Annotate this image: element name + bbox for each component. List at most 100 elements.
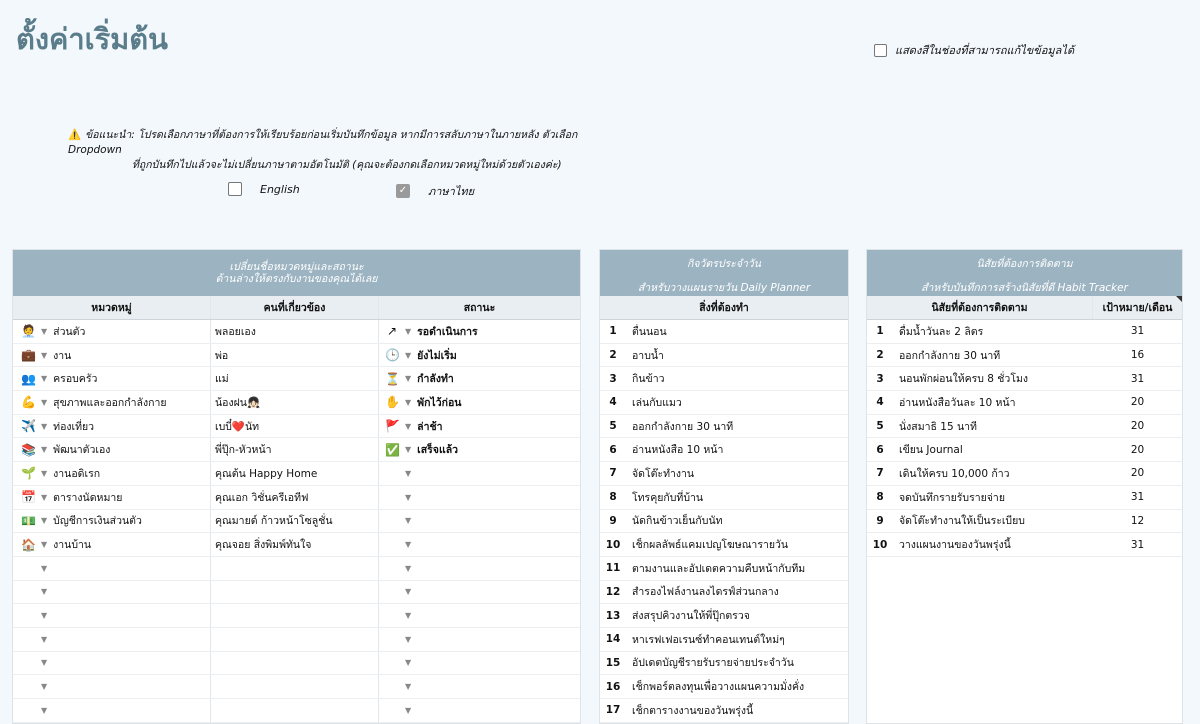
habit-target[interactable]: 20 (1093, 391, 1182, 414)
dropdown-arrow-icon[interactable]: ▼ (41, 351, 47, 360)
dropdown-arrow-icon[interactable]: ▼ (41, 445, 47, 454)
daily-task-text[interactable]: เช็กพอร์ตลงทุนเพื่อวางแผนความมั่งคั่ง (626, 675, 804, 698)
category-cell[interactable]: ▼ (13, 675, 211, 698)
dropdown-arrow-icon[interactable]: ▼ (41, 493, 47, 502)
daily-task-text[interactable]: อ่านหนังสือ 10 หน้า (626, 438, 723, 461)
daily-task-text[interactable]: ส่งสรุปคิวงานให้พี่ปุ๊กตรวจ (626, 604, 750, 627)
status-cell[interactable]: 🚩 ▼ ล่าช้า (379, 415, 580, 438)
dropdown-arrow-icon[interactable]: ▼ (41, 635, 47, 644)
category-cell[interactable]: ▼ (13, 627, 211, 651)
language-english-option[interactable]: English (228, 182, 300, 196)
status-cell[interactable]: ▼ (379, 699, 580, 722)
person-cell[interactable]: คุณเอก วิชั่นครีเอทีฟ (211, 485, 379, 509)
habit-text[interactable]: ออกกำลังกาย 30 นาที (893, 344, 1093, 367)
category-cell[interactable]: 💼 ▼ งาน (13, 343, 211, 367)
daily-task-text[interactable]: ออกกำลังกาย 30 นาที (626, 415, 733, 438)
habit-text[interactable]: ดื่มน้ำวันละ 2 ลิตร (893, 320, 1093, 343)
dropdown-arrow-icon[interactable]: ▼ (405, 469, 411, 478)
dropdown-arrow-icon[interactable]: ▼ (405, 445, 411, 454)
daily-task-text[interactable]: นัดกินข้าวเย็นกับนัท (626, 510, 723, 533)
dropdown-arrow-icon[interactable]: ▼ (41, 706, 47, 715)
habit-target[interactable]: 31 (1093, 320, 1182, 343)
person-cell[interactable] (211, 556, 379, 580)
person-cell[interactable]: แม่ (211, 367, 379, 391)
habit-text[interactable]: วางแผนงานของวันพรุ่งนี้ (893, 533, 1093, 556)
thai-checkbox[interactable]: ✓ (396, 184, 410, 198)
habit-text[interactable]: นั่งสมาธิ 15 นาที (893, 415, 1093, 438)
category-cell[interactable]: ▼ (13, 580, 211, 604)
dropdown-arrow-icon[interactable]: ▼ (405, 327, 411, 336)
habit-target[interactable]: 20 (1093, 438, 1182, 461)
habit-text[interactable]: จัดโต๊ะทำงานให้เป็นระเบียบ (893, 510, 1093, 533)
english-checkbox[interactable] (228, 182, 242, 196)
dropdown-arrow-icon[interactable]: ▼ (405, 682, 411, 691)
category-cell[interactable]: ▼ (13, 604, 211, 627)
person-cell[interactable]: คุณต้น Happy Home (211, 462, 379, 485)
dropdown-arrow-icon[interactable]: ▼ (41, 422, 47, 431)
dropdown-arrow-icon[interactable]: ▼ (41, 611, 47, 620)
daily-task-text[interactable]: เล่นกับแมว (626, 391, 682, 414)
person-cell[interactable]: น้องฝน👧🏻 (211, 391, 379, 414)
category-cell[interactable]: 💵 ▼ บัญชีการเงินส่วนตัว (13, 509, 211, 533)
person-cell[interactable] (211, 580, 379, 604)
habit-target[interactable]: 16 (1093, 344, 1182, 367)
dropdown-arrow-icon[interactable]: ▼ (41, 564, 47, 573)
habit-target[interactable]: 20 (1093, 462, 1182, 485)
daily-task-text[interactable]: ตามงานและอัปเดตความคืบหน้ากับทีม (626, 557, 805, 580)
habit-text[interactable]: จดบันทึกรายรับรายจ่าย (893, 486, 1093, 509)
daily-task-text[interactable]: อาบน้ำ (626, 344, 664, 367)
habit-text[interactable]: นอนพักผ่อนให้ครบ 8 ชั่วโมง (893, 367, 1093, 390)
dropdown-arrow-icon[interactable]: ▼ (405, 611, 411, 620)
dropdown-arrow-icon[interactable]: ▼ (41, 327, 47, 336)
status-cell[interactable]: ✅ ▼ เสร็จแล้ว (379, 438, 580, 461)
dropdown-arrow-icon[interactable]: ▼ (405, 635, 411, 644)
dropdown-arrow-icon[interactable]: ▼ (405, 587, 411, 596)
daily-task-text[interactable]: กินข้าว (626, 367, 665, 390)
dropdown-arrow-icon[interactable]: ▼ (405, 374, 411, 383)
status-cell[interactable]: ✋ ▼ พักไว้ก่อน (379, 391, 580, 414)
dropdown-arrow-icon[interactable]: ▼ (405, 706, 411, 715)
status-cell[interactable]: ▼ (379, 675, 580, 698)
status-cell[interactable]: ▼ (379, 533, 580, 556)
status-cell[interactable]: ▼ (379, 581, 580, 604)
category-cell[interactable]: ✈️ ▼ ท่องเที่ยว (13, 414, 211, 438)
dropdown-arrow-icon[interactable]: ▼ (405, 658, 411, 667)
dropdown-arrow-icon[interactable]: ▼ (41, 682, 47, 691)
show-editable-toggle[interactable]: แสดงสีในช่องที่สามารถแก้ไขข้อมูลได้ (874, 41, 1074, 59)
category-cell[interactable]: 👥 ▼ ครอบครัว (13, 367, 211, 391)
daily-task-text[interactable]: ตื่นนอน (626, 320, 667, 343)
habit-target[interactable]: 31 (1093, 486, 1182, 509)
language-thai-option[interactable]: ✓ ภาษาไทย (396, 182, 474, 200)
show-editable-checkbox[interactable] (874, 43, 887, 57)
person-cell[interactable] (211, 699, 379, 722)
daily-task-text[interactable]: โทรคุยกับที่บ้าน (626, 486, 703, 509)
dropdown-arrow-icon[interactable]: ▼ (405, 516, 411, 525)
person-cell[interactable] (211, 675, 379, 698)
category-cell[interactable]: 📅 ▼ ตารางนัดหมาย (13, 485, 211, 509)
dropdown-arrow-icon[interactable]: ▼ (405, 398, 411, 407)
category-cell[interactable]: 🧑‍💼 ▼ ส่วนตัว (13, 320, 211, 343)
person-cell[interactable] (211, 604, 379, 627)
category-cell[interactable]: ▼ (13, 651, 211, 675)
status-cell[interactable]: ▼ (379, 628, 580, 651)
category-cell[interactable]: ▼ (13, 699, 211, 722)
category-cell[interactable]: ▼ (13, 556, 211, 580)
person-cell[interactable]: พ่อ (211, 343, 379, 367)
dropdown-arrow-icon[interactable]: ▼ (405, 493, 411, 502)
category-cell[interactable]: 💪 ▼ สุขภาพและออกกำลังกาย (13, 391, 211, 414)
dropdown-arrow-icon[interactable]: ▼ (405, 422, 411, 431)
daily-task-text[interactable]: หาเรฟเฟอเรนซ์ทำคอนเทนต์ใหม่ๆ (626, 628, 785, 651)
status-cell[interactable]: ▼ (379, 557, 580, 580)
habit-text[interactable]: เขียน Journal (893, 438, 1093, 461)
daily-task-text[interactable]: สำรองไฟล์งานลงไดรฟ์ส่วนกลาง (626, 581, 779, 604)
dropdown-arrow-icon[interactable]: ▼ (41, 516, 47, 525)
person-cell[interactable]: คุณมายด์ ก้าวหน้าโซลูชั่น (211, 509, 379, 533)
daily-task-text[interactable]: เช็กผลลัพธ์แคมเปญโฆษณารายวัน (626, 533, 788, 556)
dropdown-arrow-icon[interactable]: ▼ (41, 540, 47, 549)
person-cell[interactable]: พี่ปุ๊ก-หัวหน้า (211, 438, 379, 462)
status-cell[interactable]: ↗ ▼ รอดำเนินการ (379, 320, 580, 343)
habit-target[interactable]: 31 (1093, 533, 1182, 556)
person-cell[interactable] (211, 627, 379, 651)
category-cell[interactable]: 🏠 ▼ งานบ้าน (13, 533, 211, 556)
daily-task-text[interactable]: เช็กตารางงานของวันพรุ่งนี้ (626, 699, 753, 722)
